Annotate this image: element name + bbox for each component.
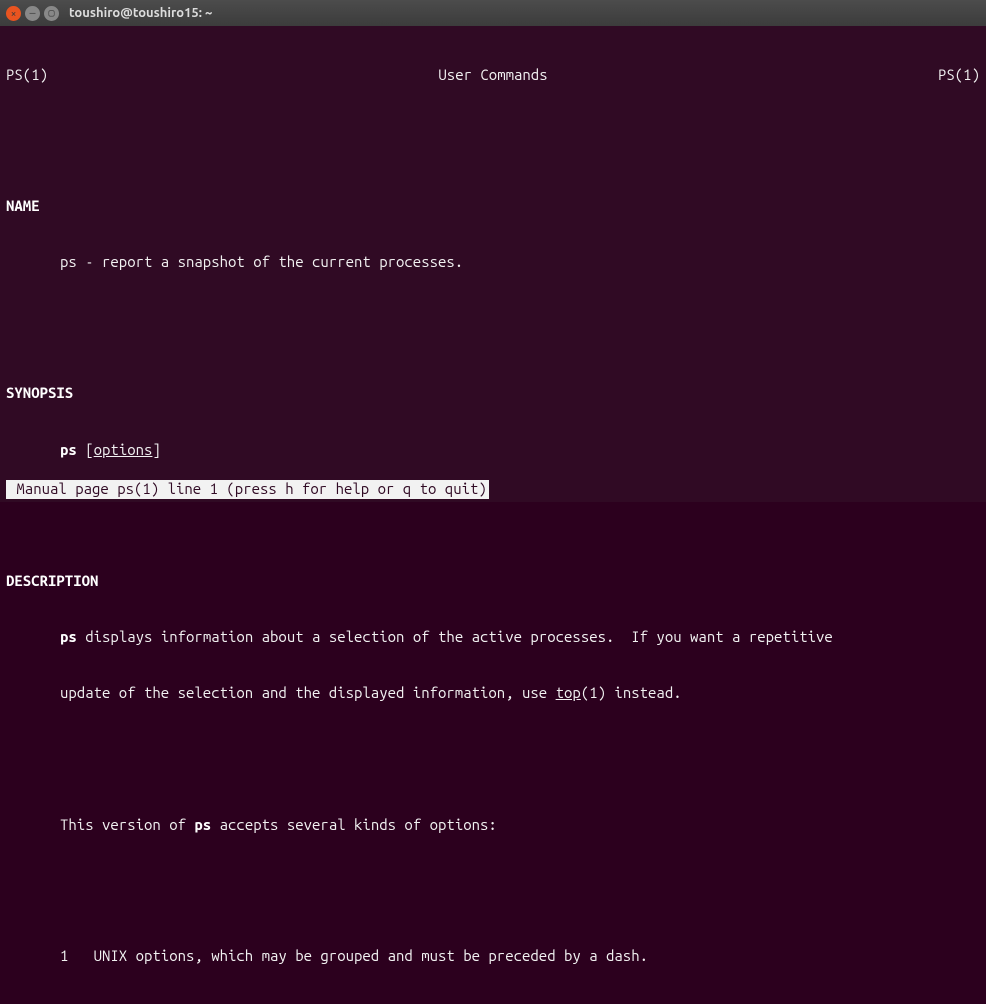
header-right: PS(1) [938,66,980,85]
section-heading-synopsis: SYNOPSIS [6,384,980,403]
minimize-icon[interactable]: ‒ [25,6,40,21]
desc-line: update of the selection and the displaye… [6,684,980,703]
blank-line [6,309,980,328]
blank-line [6,122,980,141]
window-title: toushiro@toushiro15: ~ [69,6,212,20]
section-heading-name: NAME [6,197,980,216]
synopsis-line: ps [options] [6,441,980,460]
name-text: ps - report a snapshot of the current pr… [6,253,980,272]
desc-text: update of the selection and the displaye… [60,684,556,701]
blank-line [6,497,980,516]
header-left: PS(1) [6,66,48,85]
header-center: User Commands [438,66,547,85]
maximize-icon[interactable]: ▢ [44,6,59,21]
synopsis-open: [ [77,441,94,458]
synopsis-cmd: ps [60,441,77,458]
desc-text: displays information about a selection o… [77,628,833,645]
section-heading-description: DESCRIPTION [6,572,980,591]
window-titlebar: × ‒ ▢ toushiro@toushiro15: ~ [0,0,986,26]
close-icon[interactable]: × [6,6,21,21]
option-item-1: 1 UNIX options, which may be grouped and… [6,947,980,966]
desc-text: accepts several kinds of options: [211,816,497,833]
cmd-ps: ps [60,628,77,645]
manpage-header: PS(1) User Commands PS(1) [6,66,980,85]
option-item-2: 2 BSD options, which may be grouped and … [6,1003,980,1004]
terminal-viewport[interactable]: PS(1) User Commands PS(1) NAME ps - repo… [0,26,986,502]
blank-line [6,872,980,891]
synopsis-close: ] [152,441,160,458]
desc-text: (1) instead. [581,684,682,701]
synopsis-options: options [94,441,153,458]
desc-line: This version of ps accepts several kinds… [6,816,980,835]
ref-top: top [556,684,581,701]
cmd-ps: ps [194,816,211,833]
desc-text: This version of [60,816,194,833]
desc-line: ps displays information about a selectio… [6,628,980,647]
blank-line [6,741,980,760]
pager-status-line: Manual page ps(1) line 1 (press h for he… [6,480,489,499]
